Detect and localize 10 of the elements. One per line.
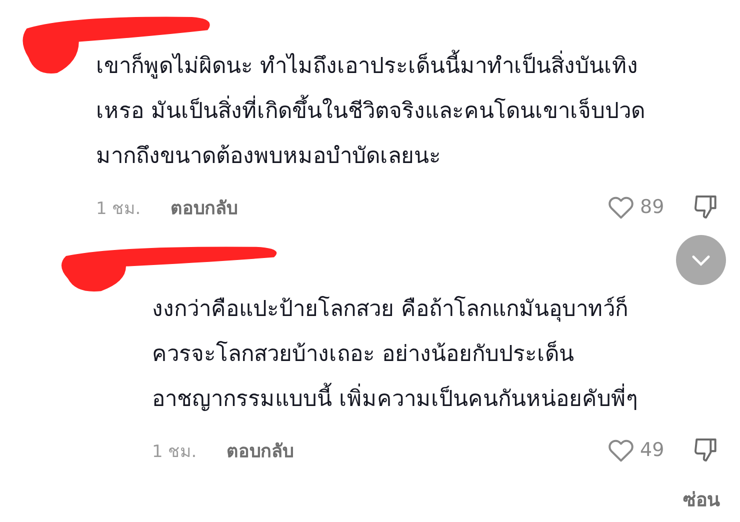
- reply-link[interactable]: ตอบกลับ: [170, 192, 238, 222]
- hide-replies-link[interactable]: ซ่อน: [683, 484, 720, 514]
- timestamp: 1 ชม.: [152, 440, 197, 464]
- like-count: 49: [640, 439, 666, 461]
- like-count: 89: [640, 196, 666, 218]
- timestamp: 1 ชม.: [96, 198, 141, 220]
- reply-link[interactable]: ตอบกลับ: [226, 436, 294, 464]
- comment-text: เขาก็พูดไม่ผิดนะ ทำไมถึงเอาประเด็นนี้มาทำเป็นสิ่งบันเทิง เหรอ มันเป็นสิ่งที่เกิดขึ้นในชีวิตจริงและคนโดนเขาเจ็บปวด มากถึงขนาดต้องพบหมอบำบัดเลยนะ: [96, 44, 720, 179]
- comment-text: งงกว่าคือแปะป้ายโลกสวย คือถ้าโลกแกมันอุบาทว์ก็ ควรจะโลกสวยบ้างเถอะ อย่างน้อยกับประเด็น อาชญากรรมแบบนี้ เพิ่มความเป็นคนกันหน่อยคับพี่ๆ: [152, 294, 639, 414]
- collapse-button[interactable]: [676, 235, 726, 285]
